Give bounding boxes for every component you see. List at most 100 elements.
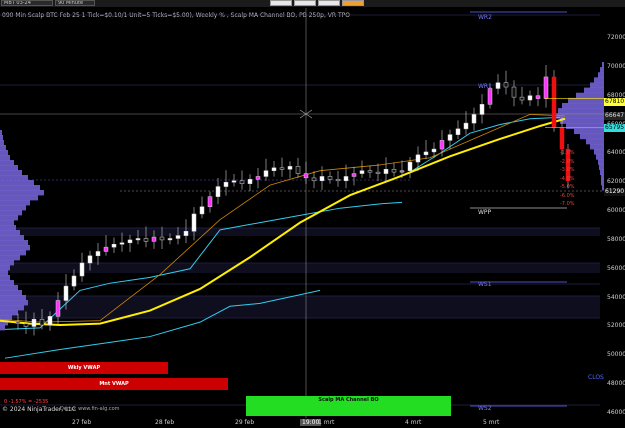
volume-profile-bar xyxy=(0,255,20,261)
volume-profile-bar xyxy=(0,235,24,241)
candle xyxy=(279,167,285,170)
candle xyxy=(351,173,357,177)
volume-profile-bar xyxy=(601,174,604,181)
volume-profile-bar xyxy=(0,275,10,281)
moving-average-slow xyxy=(0,117,566,327)
volume-profile-bar xyxy=(594,77,604,83)
volume-profile-bar xyxy=(0,170,22,176)
candle xyxy=(391,169,397,173)
percent-level-label: -6.0% xyxy=(560,192,575,199)
candle xyxy=(23,323,29,327)
label-wr2: WR2 xyxy=(478,14,492,21)
candle xyxy=(111,244,117,248)
volume-profile-bar xyxy=(0,305,24,311)
level-zone xyxy=(0,228,600,236)
price-badge: 65795 xyxy=(604,124,625,132)
volume-profile-bar xyxy=(0,265,10,271)
candle xyxy=(127,239,133,244)
volume-profile-bar xyxy=(580,133,604,140)
label-clos: CLOS xyxy=(588,374,604,381)
volume-profile-bar xyxy=(566,123,604,129)
volume-profile-bar xyxy=(0,165,18,171)
candle xyxy=(311,177,317,182)
volume-profile-bar xyxy=(0,325,5,331)
label-wr1: WR1 xyxy=(478,83,492,90)
candle xyxy=(207,196,213,207)
demo-link[interactable]: Demo: www.fin-alg.com xyxy=(60,406,120,412)
candle xyxy=(271,167,277,171)
percent-level-label: -3.0% xyxy=(560,167,575,173)
candle xyxy=(191,213,197,232)
candle xyxy=(183,231,189,236)
candle xyxy=(375,171,381,174)
percent-level-label: -1.0% xyxy=(560,150,575,156)
candle xyxy=(335,179,341,182)
candle xyxy=(159,236,165,241)
volume-profile-bar xyxy=(0,195,38,201)
candle xyxy=(503,82,509,88)
volume-profile-bar xyxy=(0,230,20,236)
candle xyxy=(15,321,21,324)
percent-level-label: -2.0% xyxy=(560,158,575,165)
percent-level-label: -5.0% xyxy=(560,184,575,190)
percent-level-label: -4.0% xyxy=(560,175,575,182)
candle xyxy=(535,95,541,99)
date-tick-label: 1 mrt xyxy=(318,419,335,426)
candle xyxy=(199,206,205,215)
volume-profile-bar xyxy=(586,138,604,145)
candle xyxy=(423,151,429,156)
volume-profile-bar xyxy=(0,155,10,161)
candle xyxy=(223,181,229,187)
percent-level-label: -7.0% xyxy=(560,201,575,207)
volume-profile-bar xyxy=(0,150,8,156)
candle xyxy=(215,186,221,197)
candle xyxy=(295,166,301,174)
price-tick-label: 72000 xyxy=(607,34,625,41)
volume-profile-bar xyxy=(594,149,604,155)
candle xyxy=(87,255,93,264)
volume-profile-bar xyxy=(590,143,604,150)
price-tick-label: 50000 xyxy=(607,351,625,359)
candle xyxy=(63,285,69,301)
candle xyxy=(55,300,61,317)
date-tick-label: 29 feb xyxy=(235,419,255,426)
candle xyxy=(167,238,173,241)
volume-profile-bar xyxy=(0,210,22,216)
volume-profile-bar xyxy=(0,240,28,246)
performance-label: 0 -1.57% = -2535 xyxy=(4,399,49,405)
candle xyxy=(431,148,437,153)
candle xyxy=(471,114,477,124)
volume-profile-bar xyxy=(0,280,14,286)
volume-profile-bar xyxy=(600,67,604,73)
candle xyxy=(559,127,565,150)
candle xyxy=(39,319,45,326)
price-badge: 61290 xyxy=(604,188,625,196)
candle xyxy=(487,88,493,105)
volume-profile-bar xyxy=(0,245,30,251)
candle xyxy=(527,95,533,101)
price-tick-label: 62000 xyxy=(607,178,625,186)
candle xyxy=(463,122,469,130)
volume-profile-bar xyxy=(0,185,40,191)
volume-profile-bar xyxy=(0,225,16,231)
date-tick-label: 5 mrt xyxy=(483,419,500,426)
candle xyxy=(511,86,517,98)
volume-profile-bar xyxy=(574,128,604,135)
mnt-vwap-band: Mnt VWAP xyxy=(0,378,228,390)
volume-profile-bar xyxy=(584,87,604,94)
label-ws2: WS2 xyxy=(478,405,492,412)
scalp-channel-band: Scalp MA Channel BO xyxy=(246,396,451,416)
candle xyxy=(231,180,237,183)
price-tick-label: 46000 xyxy=(607,409,625,416)
candle xyxy=(415,154,421,163)
candle xyxy=(407,161,413,171)
date-tick-label: 27 feb xyxy=(72,419,92,426)
candle xyxy=(399,170,405,173)
volume-profile-bar xyxy=(0,295,26,301)
candle xyxy=(247,179,253,184)
candle xyxy=(135,238,141,241)
candle xyxy=(327,176,333,180)
candle xyxy=(119,242,125,245)
volume-profile-bar xyxy=(0,300,28,306)
volume-profile-bar xyxy=(0,200,30,206)
